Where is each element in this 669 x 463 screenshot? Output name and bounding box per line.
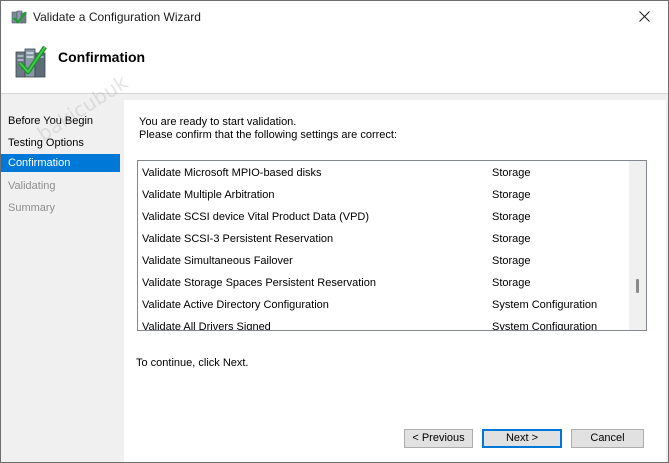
test-category: System Configuration (492, 321, 598, 330)
test-category: Storage (492, 255, 531, 267)
test-name: Validate Multiple Arbitration (142, 189, 275, 201)
list-item[interactable]: Validate Microsoft MPIO-based disks Stor… (138, 162, 628, 184)
title-bar[interactable]: Validate a Configuration Wizard (1, 1, 668, 32)
list-item[interactable]: Validate All Drivers Signed System Confi… (138, 316, 628, 330)
test-name: Validate Active Directory Configuration (142, 299, 329, 311)
test-name: Validate SCSI device Vital Product Data … (142, 211, 370, 223)
list-item[interactable]: Validate SCSI device Vital Product Data … (138, 206, 628, 228)
nav-step-before-you-begin[interactable]: Before You Begin (1, 112, 120, 130)
list-item[interactable]: Validate Multiple Arbitration Storage (138, 184, 628, 206)
nav-step-validating: Validating (8, 180, 56, 192)
close-icon (639, 11, 650, 22)
intro-line-1: You are ready to start validation. (139, 116, 297, 128)
test-name: Validate SCSI-3 Persistent Reservation (142, 233, 334, 245)
test-category: Storage (492, 189, 531, 201)
list-item[interactable]: Validate SCSI-3 Persistent Reservation S… (138, 228, 628, 250)
test-name: Validate Storage Spaces Persistent Reser… (142, 277, 376, 289)
list-item[interactable]: Validate Simultaneous Failover Storage (138, 250, 628, 272)
test-category: Storage (492, 233, 531, 245)
test-name: Validate All Drivers Signed (142, 321, 271, 330)
test-category: Storage (492, 277, 531, 289)
intro-text: You are ready to start validation. Pleas… (139, 116, 397, 142)
page-title: Confirmation (58, 49, 146, 65)
test-category: Storage (492, 211, 531, 223)
vertical-scrollbar[interactable] (629, 161, 646, 330)
test-category: Storage (492, 167, 531, 179)
wizard-body: Before You Begin Testing Options Confirm… (1, 94, 668, 462)
list-item[interactable]: Validate Storage Spaces Persistent Reser… (138, 272, 628, 294)
list-item[interactable]: Validate Active Directory Configuration … (138, 294, 628, 316)
nav-step-testing-options[interactable]: Testing Options (1, 134, 120, 152)
previous-button[interactable]: < Previous (404, 429, 473, 448)
close-button[interactable] (622, 1, 668, 32)
test-name: Validate Simultaneous Failover (142, 255, 293, 267)
validation-checkmark-icon (15, 45, 47, 78)
wizard-steps-nav: Before You Begin Testing Options Confirm… (1, 94, 122, 462)
wizard-window: Validate a Configuration Wizard Confirma… (0, 0, 669, 463)
nav-step-confirmation[interactable]: Confirmation (1, 154, 120, 172)
cancel-button[interactable]: Cancel (571, 429, 644, 448)
cluster-app-icon (11, 10, 27, 24)
test-list[interactable]: Validate Microsoft MPIO-based disks Stor… (137, 160, 647, 331)
window-title: Validate a Configuration Wizard (33, 10, 201, 24)
continue-hint: To continue, click Next. (136, 357, 249, 369)
intro-line-2: Please confirm that the following settin… (139, 129, 398, 141)
next-button[interactable]: Next > (482, 429, 562, 448)
test-list-content: Validate Microsoft MPIO-based disks Stor… (138, 161, 628, 330)
scrollbar-thumb[interactable] (636, 279, 639, 293)
main-panel: You are ready to start validation. Pleas… (124, 100, 666, 462)
test-name: Validate Microsoft MPIO-based disks (142, 167, 322, 179)
wizard-header: Confirmation (1, 32, 668, 93)
nav-step-summary: Summary (8, 202, 56, 214)
test-category: System Configuration (492, 299, 598, 311)
